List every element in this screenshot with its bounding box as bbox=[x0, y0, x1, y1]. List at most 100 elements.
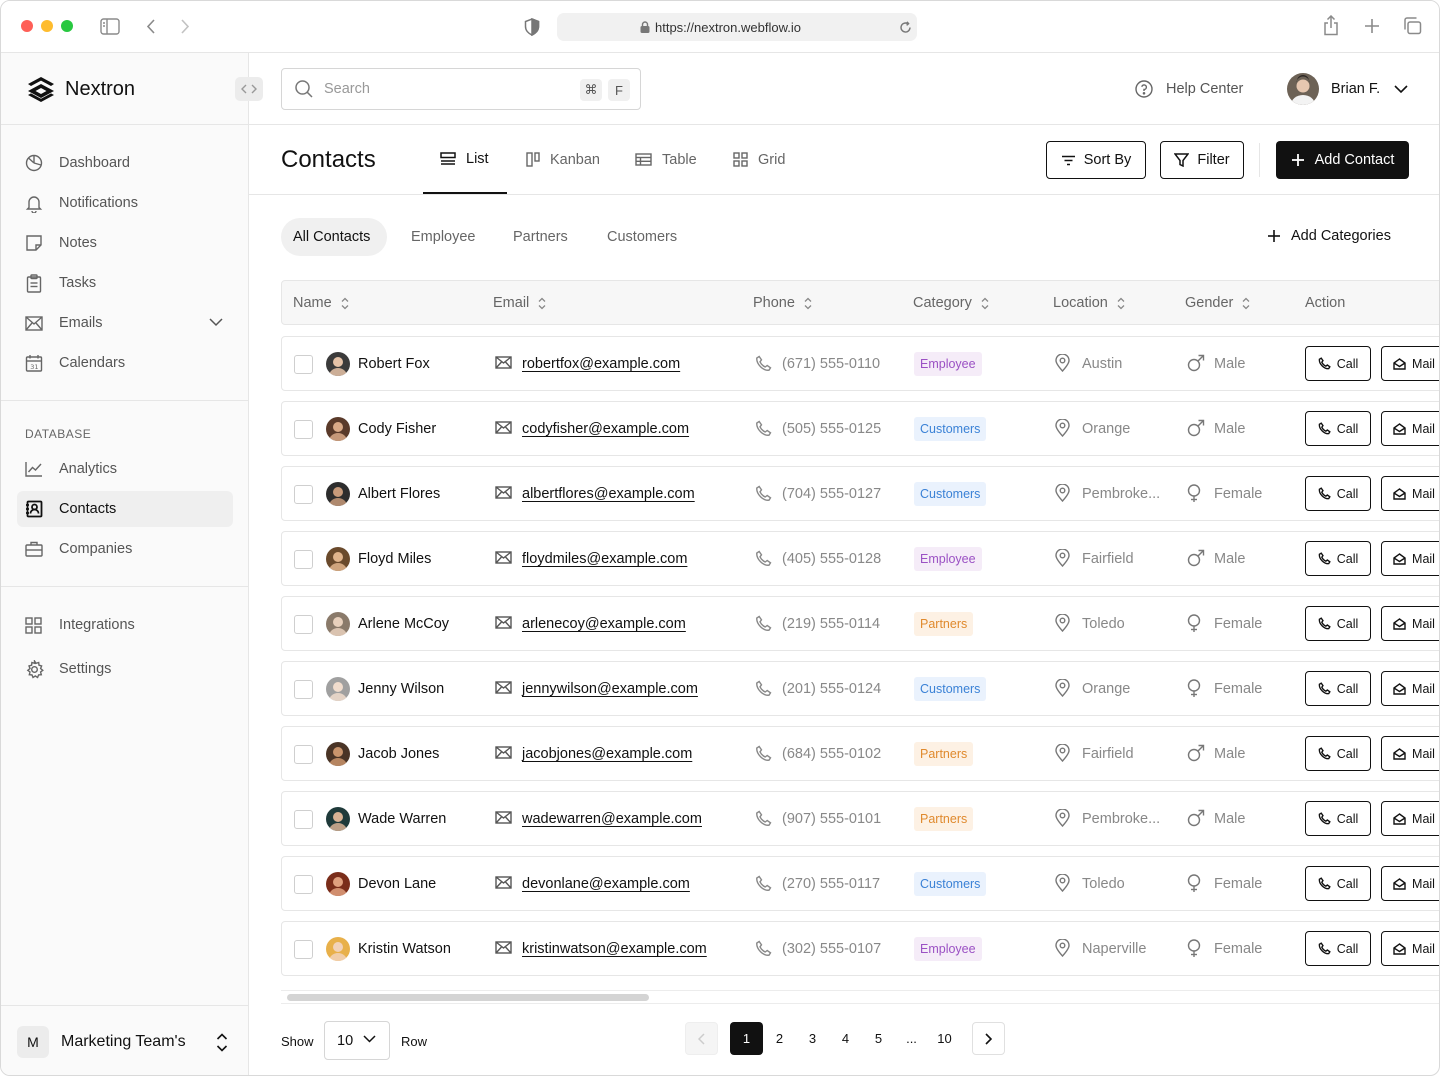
scrollbar-thumb[interactable] bbox=[287, 994, 649, 1001]
mail-button[interactable]: Mail bbox=[1381, 541, 1439, 576]
new-tab-icon[interactable] bbox=[1364, 18, 1380, 34]
call-button[interactable]: Call bbox=[1305, 606, 1371, 641]
avatar bbox=[326, 807, 350, 831]
tab-table[interactable]: Table bbox=[635, 125, 697, 194]
forward-arrow-icon[interactable] bbox=[180, 18, 190, 35]
call-button[interactable]: Call bbox=[1305, 736, 1371, 771]
add-categories-button[interactable]: Add Categories bbox=[1267, 228, 1391, 244]
row-checkbox[interactable] bbox=[294, 810, 313, 829]
search-box[interactable]: ⌘ F bbox=[281, 68, 641, 110]
rows-per-page-select[interactable]: 10 bbox=[324, 1021, 390, 1060]
column-header-name[interactable]: Name bbox=[293, 295, 349, 311]
mail-button[interactable]: Mail bbox=[1381, 671, 1439, 706]
mail-button[interactable]: Mail bbox=[1381, 411, 1439, 446]
call-button[interactable]: Call bbox=[1305, 541, 1371, 576]
minimize-window-button[interactable] bbox=[41, 20, 53, 32]
user-menu[interactable]: Brian F. bbox=[1287, 73, 1408, 105]
sidebar-item-notes[interactable]: Notes bbox=[17, 225, 233, 261]
contact-email-link[interactable]: kristinwatson@example.com bbox=[522, 941, 707, 957]
tabs-overview-icon[interactable] bbox=[1403, 17, 1422, 35]
maximize-window-button[interactable] bbox=[61, 20, 73, 32]
category-tab-all-contacts[interactable]: All Contacts bbox=[281, 218, 387, 256]
reload-icon[interactable] bbox=[899, 21, 912, 34]
sidebar-item-companies[interactable]: Companies bbox=[17, 531, 233, 567]
column-header-location[interactable]: Location bbox=[1053, 295, 1125, 311]
mail-button[interactable]: Mail bbox=[1381, 736, 1439, 771]
sidebar-item-settings[interactable]: Settings bbox=[17, 651, 233, 687]
page-button[interactable]: 10 bbox=[928, 1022, 961, 1055]
contact-email-link[interactable]: devonlane@example.com bbox=[522, 876, 690, 892]
page-button[interactable]: 4 bbox=[829, 1022, 862, 1055]
row-checkbox[interactable] bbox=[294, 875, 313, 894]
sidebar-toggle-icon[interactable] bbox=[100, 18, 120, 35]
contact-email-link[interactable]: jennywilson@example.com bbox=[522, 681, 698, 697]
sidebar-item-dashboard[interactable]: Dashboard bbox=[17, 145, 233, 181]
team-switcher[interactable]: M Marketing Team's bbox=[1, 1005, 249, 1075]
row-checkbox[interactable] bbox=[294, 745, 313, 764]
search-input[interactable] bbox=[324, 79, 524, 99]
call-button[interactable]: Call bbox=[1305, 476, 1371, 511]
shield-icon[interactable] bbox=[524, 18, 540, 36]
mail-button[interactable]: Mail bbox=[1381, 476, 1439, 511]
contact-email-link[interactable]: jacobjones@example.com bbox=[522, 746, 692, 762]
address-bar[interactable]: https://nextron.webflow.io bbox=[557, 13, 917, 41]
back-arrow-icon[interactable] bbox=[146, 18, 156, 35]
row-checkbox[interactable] bbox=[294, 420, 313, 439]
horizontal-scrollbar[interactable] bbox=[281, 990, 1439, 1004]
sidebar-item-emails[interactable]: Emails bbox=[17, 305, 233, 341]
next-page-button[interactable] bbox=[972, 1022, 1005, 1055]
category-tab-employee[interactable]: Employee bbox=[399, 218, 487, 256]
row-checkbox[interactable] bbox=[294, 550, 313, 569]
chevron-up-down-icon[interactable] bbox=[216, 1033, 228, 1052]
mail-button[interactable]: Mail bbox=[1381, 606, 1439, 641]
sidebar-item-analytics[interactable]: Analytics bbox=[17, 451, 233, 487]
call-button[interactable]: Call bbox=[1305, 931, 1371, 966]
filter-button[interactable]: Filter bbox=[1160, 141, 1244, 179]
contact-email-link[interactable]: codyfisher@example.com bbox=[522, 421, 689, 437]
contact-email-link[interactable]: floydmiles@example.com bbox=[522, 551, 687, 567]
row-checkbox[interactable] bbox=[294, 680, 313, 699]
sidebar-item-contacts[interactable]: Contacts bbox=[17, 491, 233, 527]
column-header-phone[interactable]: Phone bbox=[753, 295, 812, 311]
tab-kanban[interactable]: Kanban bbox=[526, 125, 600, 194]
contact-email-link[interactable]: arlenecoy@example.com bbox=[522, 616, 686, 632]
tab-grid[interactable]: Grid bbox=[733, 125, 785, 194]
page-button[interactable]: 3 bbox=[796, 1022, 829, 1055]
column-header-gender[interactable]: Gender bbox=[1185, 295, 1250, 311]
row-checkbox[interactable] bbox=[294, 355, 313, 374]
mail-button[interactable]: Mail bbox=[1381, 931, 1439, 966]
sidebar-item-notifications[interactable]: Notifications bbox=[17, 185, 233, 221]
call-button[interactable]: Call bbox=[1305, 801, 1371, 836]
category-tab-customers[interactable]: Customers bbox=[595, 218, 689, 256]
add-contact-button[interactable]: Add Contact bbox=[1276, 141, 1409, 179]
contact-email-link[interactable]: albertflores@example.com bbox=[522, 486, 695, 502]
mail-button[interactable]: Mail bbox=[1381, 346, 1439, 381]
sort-by-button[interactable]: Sort By bbox=[1046, 141, 1146, 179]
chevron-down-icon[interactable] bbox=[209, 318, 223, 327]
page-button[interactable]: 1 bbox=[730, 1022, 763, 1055]
row-checkbox[interactable] bbox=[294, 615, 313, 634]
row-checkbox[interactable] bbox=[294, 485, 313, 504]
column-header-email[interactable]: Email bbox=[493, 295, 546, 311]
sidebar-item-calendars[interactable]: 31 Calendars bbox=[17, 345, 233, 381]
tab-list[interactable]: List bbox=[423, 125, 507, 194]
help-center-link[interactable]: Help Center bbox=[1135, 80, 1243, 98]
column-header-category[interactable]: Category bbox=[913, 295, 989, 311]
call-button[interactable]: Call bbox=[1305, 346, 1371, 381]
contact-email-link[interactable]: robertfox@example.com bbox=[522, 356, 680, 372]
sidebar-item-integrations[interactable]: Integrations bbox=[17, 607, 233, 643]
call-button[interactable]: Call bbox=[1305, 671, 1371, 706]
previous-page-button[interactable] bbox=[685, 1022, 718, 1055]
share-icon[interactable] bbox=[1323, 15, 1339, 36]
sidebar-item-tasks[interactable]: Tasks bbox=[17, 265, 233, 301]
page-button[interactable]: 2 bbox=[763, 1022, 796, 1055]
category-tab-partners[interactable]: Partners bbox=[501, 218, 580, 256]
call-button[interactable]: Call bbox=[1305, 411, 1371, 446]
contact-email-link[interactable]: wadewarren@example.com bbox=[522, 811, 702, 827]
row-checkbox[interactable] bbox=[294, 940, 313, 959]
page-button[interactable]: 5 bbox=[862, 1022, 895, 1055]
mail-button[interactable]: Mail bbox=[1381, 801, 1439, 836]
mail-button[interactable]: Mail bbox=[1381, 866, 1439, 901]
call-button[interactable]: Call bbox=[1305, 866, 1371, 901]
close-window-button[interactable] bbox=[21, 20, 33, 32]
